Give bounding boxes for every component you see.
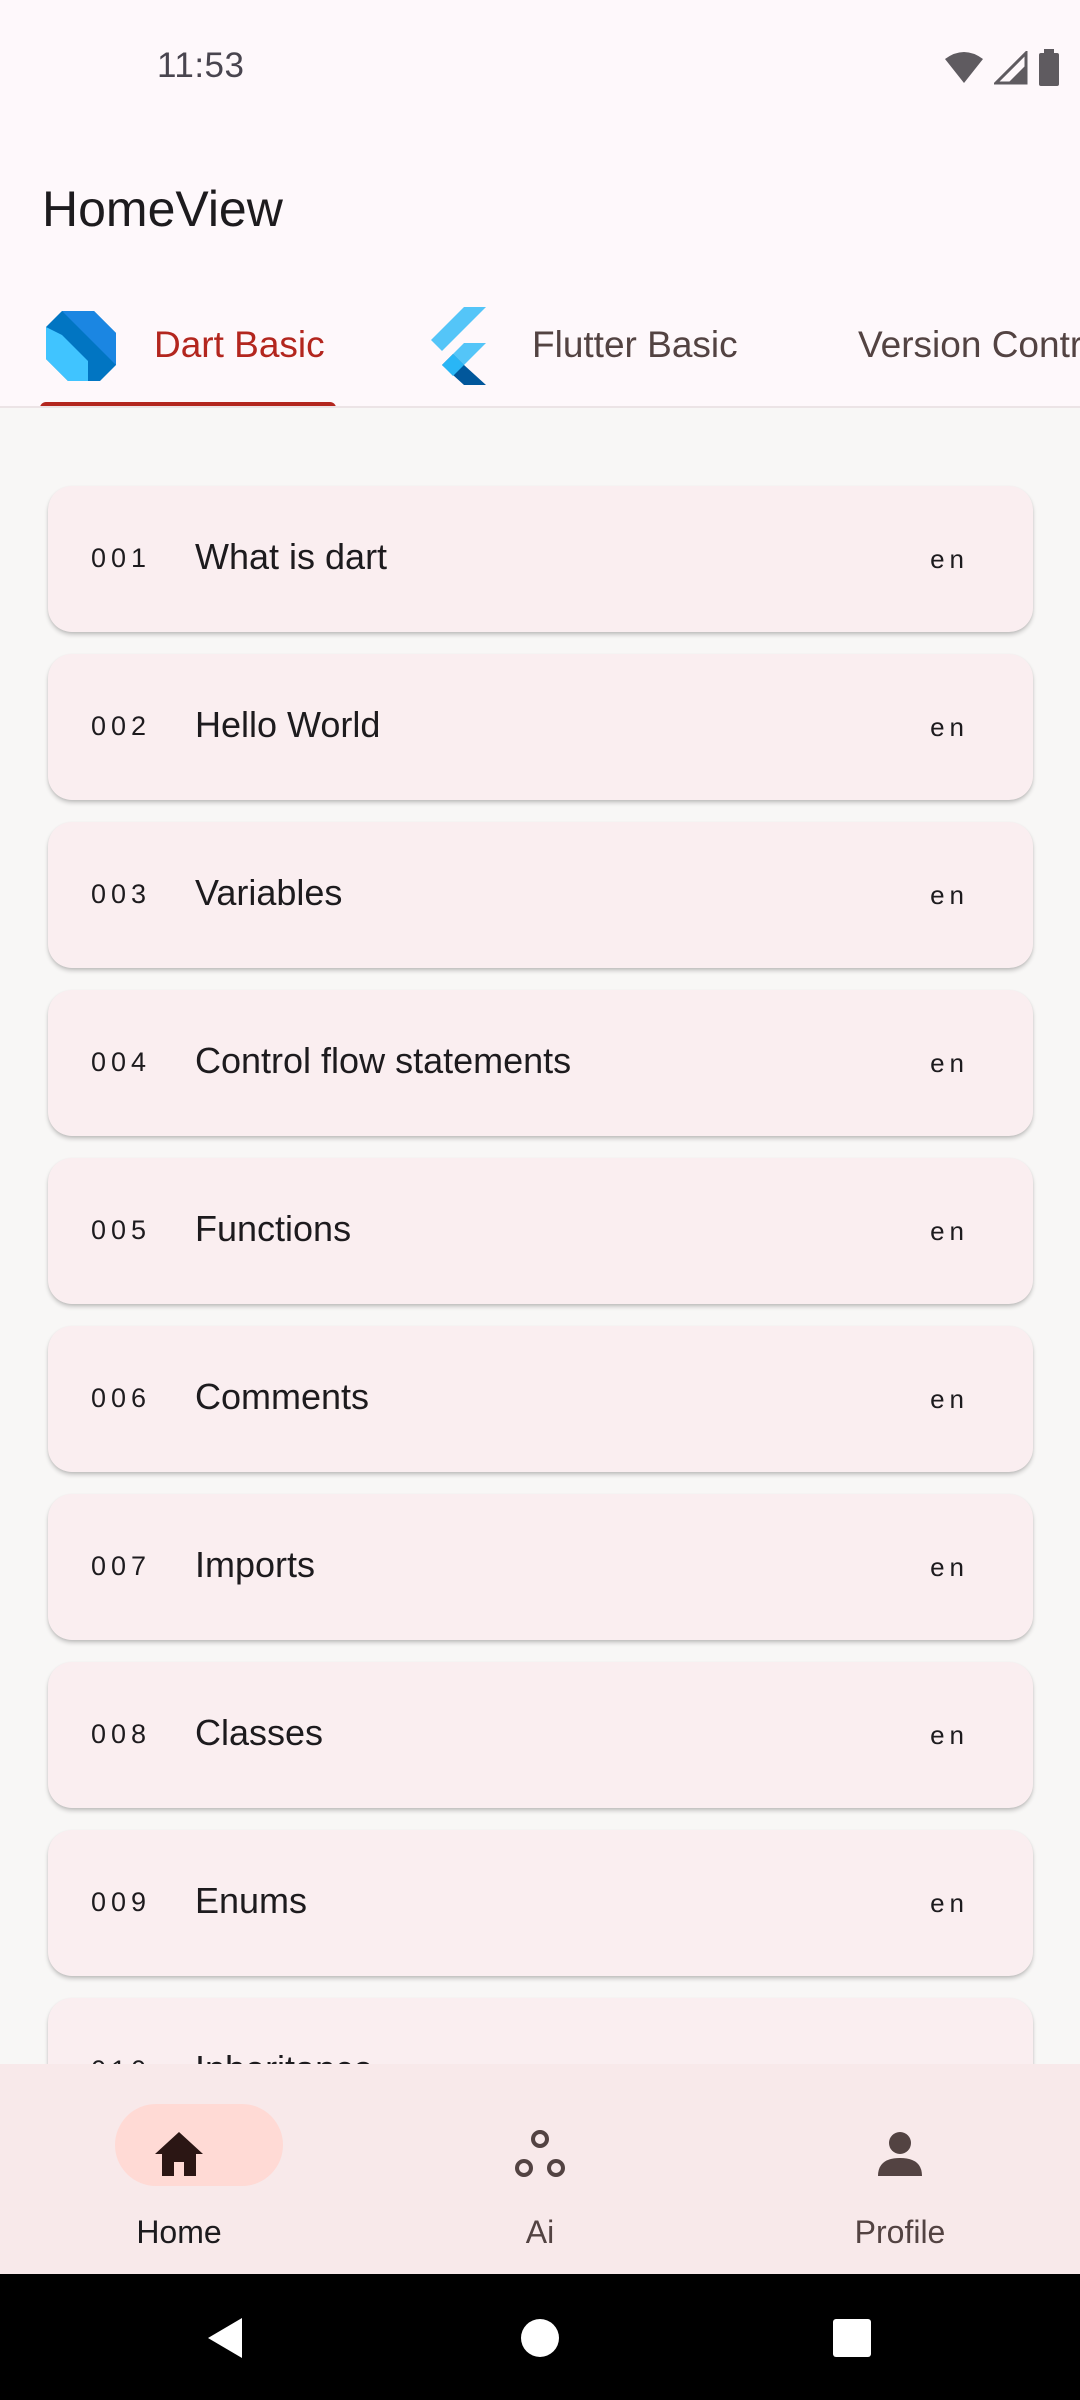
status-time: 11:53 <box>157 46 245 85</box>
battery-icon <box>1039 49 1059 86</box>
lesson-number: 007 <box>91 1551 152 1581</box>
ai-nodes-icon <box>515 2130 565 2177</box>
tab-bar: Dart Basic Flutter Basic Version Contr <box>0 284 1080 408</box>
wifi-icon <box>945 52 983 83</box>
lesson-title: Comments <box>195 1376 370 1417</box>
tab-label: Dart Basic <box>154 324 325 365</box>
lesson-language: en <box>930 1216 969 1246</box>
lesson-title: Hello World <box>195 704 381 745</box>
lesson-title: Control flow statements <box>195 1040 572 1081</box>
home-icon <box>155 2132 203 2176</box>
lesson-language: en <box>930 1888 969 1918</box>
home-circle-icon[interactable] <box>516 2314 564 2362</box>
lesson-number: 010 <box>91 2055 151 2064</box>
page-title: HomeView <box>42 181 283 237</box>
bottom-navigation: Home Ai Profile <box>0 2064 1080 2274</box>
lesson-number: 004 <box>91 1047 152 1077</box>
lesson-number: 006 <box>91 1383 152 1413</box>
person-icon <box>878 2132 922 2176</box>
tab-dart-basic[interactable]: Dart Basic <box>42 284 325 406</box>
lesson-language: en <box>930 1048 969 1078</box>
lesson-title: Imports <box>195 1544 316 1585</box>
lesson-language: en <box>930 1552 969 1582</box>
status-icons <box>944 48 1060 88</box>
dart-logo-icon <box>46 311 116 381</box>
list-item[interactable]: 008 Classes en <box>48 1662 1033 1808</box>
tab-label: Flutter Basic <box>532 324 738 365</box>
signal-icon <box>994 51 1028 85</box>
lesson-title: Functions <box>195 1208 352 1249</box>
list-item[interactable]: 002 Hello World en <box>48 654 1033 800</box>
system-navigation-bar <box>0 2274 1080 2400</box>
app-bar: HomeView <box>0 136 1080 284</box>
list-item[interactable]: 004 Control flow statements en <box>48 990 1033 1136</box>
lesson-title: Enums <box>195 1880 308 1921</box>
lesson-number: 009 <box>91 1887 152 1917</box>
list-item[interactable]: 010 Inheritance en <box>48 1998 1033 2064</box>
lesson-number: 002 <box>91 711 152 741</box>
nav-item-home[interactable]: Home <box>69 2064 289 2274</box>
list-item[interactable]: 006 Comments en <box>48 1326 1033 1472</box>
nav-label: Home <box>136 2214 222 2250</box>
lesson-list: 001 What is dart en 002 Hello World en 0… <box>0 408 1080 2064</box>
recents-icon[interactable] <box>828 2314 876 2362</box>
list-item[interactable]: 009 Enums en <box>48 1830 1033 1976</box>
lesson-language: en <box>930 880 969 910</box>
lesson-title: What is dart <box>195 536 388 577</box>
lesson-number: 008 <box>91 1719 152 1749</box>
list-item[interactable]: 007 Imports en <box>48 1494 1033 1640</box>
nav-label: Ai <box>525 2214 555 2250</box>
nav-item-ai[interactable]: Ai <box>430 2064 650 2274</box>
lesson-title: Inheritance <box>195 2048 373 2064</box>
lesson-language: en <box>930 1720 969 1750</box>
list-item[interactable]: 005 Functions en <box>48 1158 1033 1304</box>
tab-flutter-basic[interactable]: Flutter Basic <box>424 284 738 406</box>
lesson-language: en <box>930 544 969 574</box>
nav-label: Profile <box>854 2214 946 2250</box>
tab-label: Version Contr <box>858 324 1080 365</box>
back-icon[interactable] <box>202 2314 250 2362</box>
lesson-title: Variables <box>195 872 343 913</box>
list-item[interactable]: 001 What is dart en <box>48 486 1033 632</box>
lesson-title: Classes <box>195 1712 324 1753</box>
lesson-number: 003 <box>91 879 152 909</box>
nav-item-profile[interactable]: Profile <box>790 2064 1010 2274</box>
lesson-number: 001 <box>91 543 152 573</box>
status-bar: 11:53 <box>0 0 1080 136</box>
tab-version-control[interactable]: Version Contr <box>858 284 1080 406</box>
lesson-number: 005 <box>91 1215 152 1245</box>
flutter-logo-icon <box>431 307 486 385</box>
lesson-language: en <box>930 1384 969 1414</box>
lesson-language: en <box>930 712 969 742</box>
list-item[interactable]: 003 Variables en <box>48 822 1033 968</box>
lesson-language: en <box>930 2056 969 2064</box>
